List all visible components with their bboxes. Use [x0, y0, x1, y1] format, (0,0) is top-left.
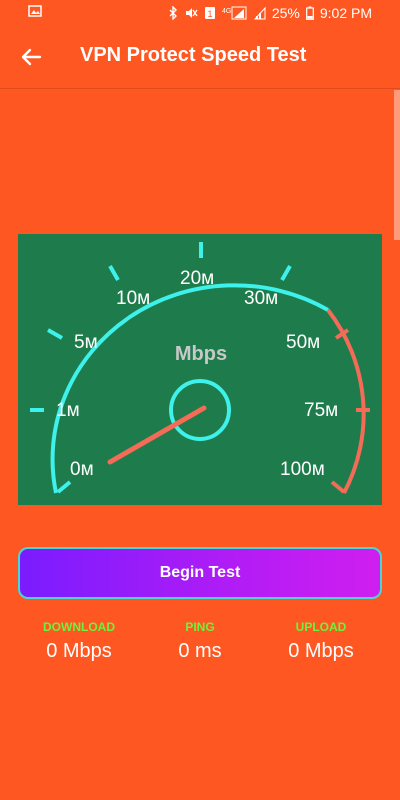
clock: 9:02 PM — [319, 5, 372, 21]
sim-icon: 1 — [204, 7, 215, 19]
svg-text:1: 1 — [207, 9, 212, 19]
download-stat: DOWNLOAD 0 Mbps — [14, 620, 144, 663]
tick-label-0: 0м — [70, 459, 94, 480]
begin-test-button[interactable]: Begin Test — [18, 547, 382, 599]
tick-label-6: 50м — [286, 332, 320, 353]
tick-label-2: 5м — [74, 332, 98, 353]
scrollbar[interactable] — [394, 90, 400, 240]
mute-icon — [185, 8, 198, 18]
bluetooth-icon — [169, 6, 177, 20]
ping-value: 0 ms — [178, 640, 222, 662]
gauge-unit-label: Mbps — [175, 343, 227, 365]
battery-percent: 25% — [271, 5, 300, 21]
svg-text:4G: 4G — [222, 8, 231, 15]
upload-stat: UPLOAD 0 Mbps — [256, 620, 386, 663]
tick-label-3: 10м — [116, 288, 150, 309]
app-bar-divider — [0, 88, 400, 89]
app-bar: VPN Protect Speed Test — [0, 26, 400, 88]
upload-value: 0 Mbps — [288, 640, 354, 662]
page-title: VPN Protect Speed Test — [80, 44, 307, 66]
signal-icon — [253, 6, 266, 20]
gallery-icon — [28, 5, 42, 17]
status-bar: 1 4G 25% 9:02 PM — [0, 0, 400, 26]
signal-4g-icon: 4G — [222, 6, 247, 20]
speed-gauge: 0м 1м 5м 10м 20м 30м 50м 75м 100м Mbps — [18, 234, 382, 505]
status-indicators: 1 4G 25% 9:02 PM — [168, 5, 372, 21]
back-arrow-icon[interactable] — [16, 42, 46, 72]
ping-stat: PING 0 ms — [135, 620, 265, 663]
ping-label: PING — [185, 620, 215, 634]
tick-label-5: 30м — [244, 288, 278, 309]
tick-label-4: 20м — [180, 268, 214, 289]
battery-icon — [305, 6, 314, 20]
download-label: DOWNLOAD — [43, 620, 115, 634]
tick-label-7: 75м — [304, 400, 338, 421]
tick-label-8: 100м — [280, 459, 325, 480]
download-value: 0 Mbps — [46, 640, 112, 662]
tick-label-1: 1м — [56, 400, 80, 421]
upload-label: UPLOAD — [295, 620, 347, 634]
